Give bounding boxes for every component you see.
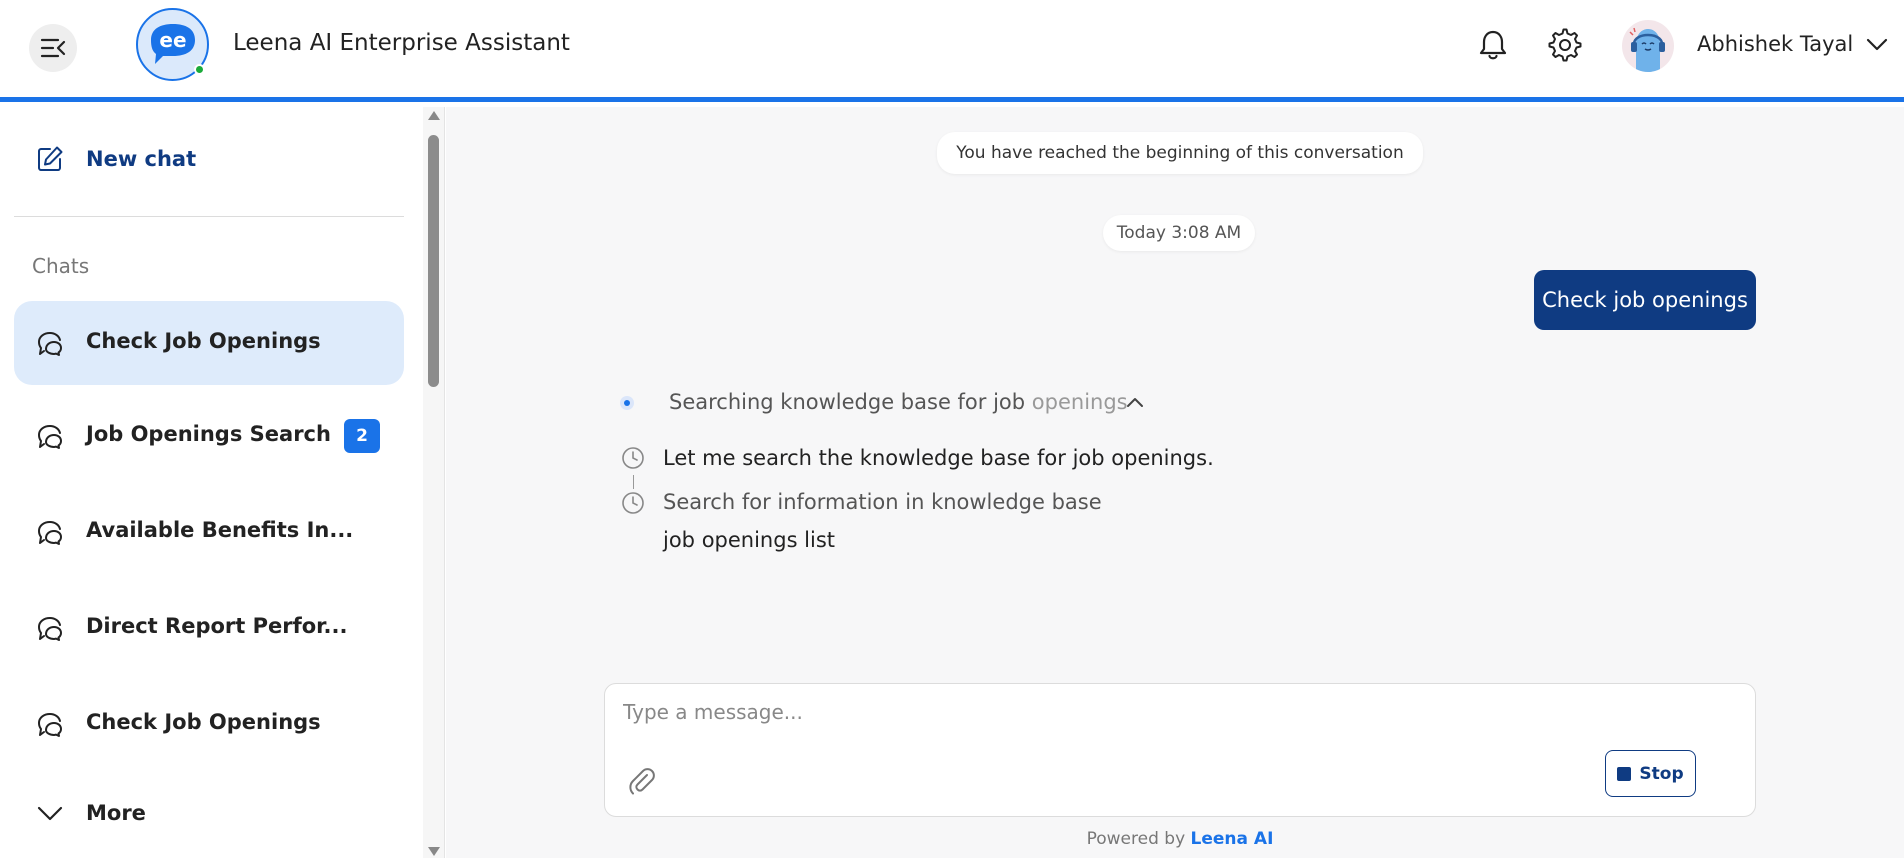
chevron-up-icon[interactable]	[1126, 395, 1144, 409]
powered-by-prefix: Powered by	[1086, 829, 1191, 849]
leena-logo-icon: ee	[150, 23, 195, 64]
clock-icon	[622, 447, 644, 469]
search-status-text: Searching knowledge base for job	[669, 390, 1032, 414]
message-input[interactable]	[623, 696, 1733, 728]
new-chat-button[interactable]: New chat	[14, 137, 404, 181]
bell-icon[interactable]	[1477, 28, 1509, 62]
scroll-down-arrow-icon[interactable]	[428, 847, 440, 856]
sidebar-divider	[14, 216, 404, 217]
top-bar: ee Leena AI Enterprise Assistant Abhishe…	[0, 0, 1904, 102]
chat-bubble-icon	[38, 521, 62, 545]
sidebar: New chat Chats Check Job Openings Job Op…	[0, 107, 445, 858]
conversation-panel: You have reached the beginning of this c…	[446, 107, 1904, 858]
message-composer: Stop	[604, 683, 1756, 817]
chat-item-job-openings-search[interactable]: Job Openings Search 2	[14, 394, 404, 478]
step-connector	[633, 475, 634, 489]
sidebar-scrollbar[interactable]	[423, 107, 444, 858]
loading-dot-icon	[620, 396, 634, 410]
chat-item-direct-report[interactable]: Direct Report Perfor...	[14, 586, 404, 670]
chevron-down-icon	[37, 806, 63, 821]
new-chat-label: New chat	[86, 147, 197, 171]
powered-by-brand-link[interactable]: Leena AI	[1191, 829, 1274, 849]
stop-label: Stop	[1639, 763, 1684, 784]
chat-bubble-icon	[38, 332, 62, 356]
chat-item-label: Direct Report Perfor...	[86, 614, 348, 638]
chat-bubble-icon	[38, 425, 62, 449]
scroll-thumb[interactable]	[428, 135, 439, 387]
user-message-bubble: Check job openings	[1534, 270, 1756, 330]
menu-toggle-button[interactable]	[29, 24, 77, 72]
user-name[interactable]: Abhishek Tayal	[1697, 32, 1853, 56]
powered-by-footer: Powered by Leena AI	[446, 829, 1904, 849]
step-text: Search for information in knowledge base	[663, 490, 1102, 514]
chat-item-available-benefits[interactable]: Available Benefits In...	[14, 490, 404, 574]
chats-heading: Chats	[32, 254, 90, 278]
chat-item-label: Check Job Openings	[86, 329, 321, 353]
message-timestamp: Today 3:08 AM	[1103, 215, 1255, 251]
step-text: Let me search the knowledge base for job…	[663, 446, 1214, 470]
chat-bubble-icon	[38, 617, 62, 641]
stop-icon	[1617, 766, 1632, 781]
svg-text:ee: ee	[159, 28, 186, 52]
paperclip-icon[interactable]	[627, 766, 657, 796]
search-status-fade-text: openings	[1031, 390, 1128, 414]
app-title: Leena AI Enterprise Assistant	[233, 30, 570, 56]
more-label: More	[86, 801, 146, 825]
more-button[interactable]: More	[14, 793, 404, 833]
avatar[interactable]	[1622, 20, 1674, 72]
chat-bubble-icon	[38, 713, 62, 737]
beginning-notice: You have reached the beginning of this c…	[937, 132, 1423, 174]
search-status: Searching knowledge base for job opening…	[669, 390, 1128, 414]
online-status-dot	[194, 64, 205, 75]
stop-button[interactable]: Stop	[1605, 750, 1696, 797]
gear-icon[interactable]	[1548, 28, 1582, 62]
chat-item-label: Job Openings Search	[86, 422, 331, 446]
chevron-down-icon[interactable]	[1866, 36, 1888, 52]
edit-icon	[38, 146, 63, 171]
menu-collapse-icon	[40, 38, 66, 58]
chat-item-label: Available Benefits In...	[86, 518, 354, 542]
scroll-up-arrow-icon[interactable]	[428, 111, 440, 120]
step-query: job openings list	[663, 528, 836, 552]
unread-badge: 2	[344, 419, 380, 453]
chat-item-check-job-openings-2[interactable]: Check Job Openings	[14, 682, 404, 766]
user-avatar-icon	[1629, 27, 1665, 72]
app-logo: ee	[136, 8, 209, 81]
chat-item-check-job-openings[interactable]: Check Job Openings	[14, 301, 404, 385]
chat-item-label: Check Job Openings	[86, 710, 321, 734]
clock-icon	[622, 492, 644, 514]
